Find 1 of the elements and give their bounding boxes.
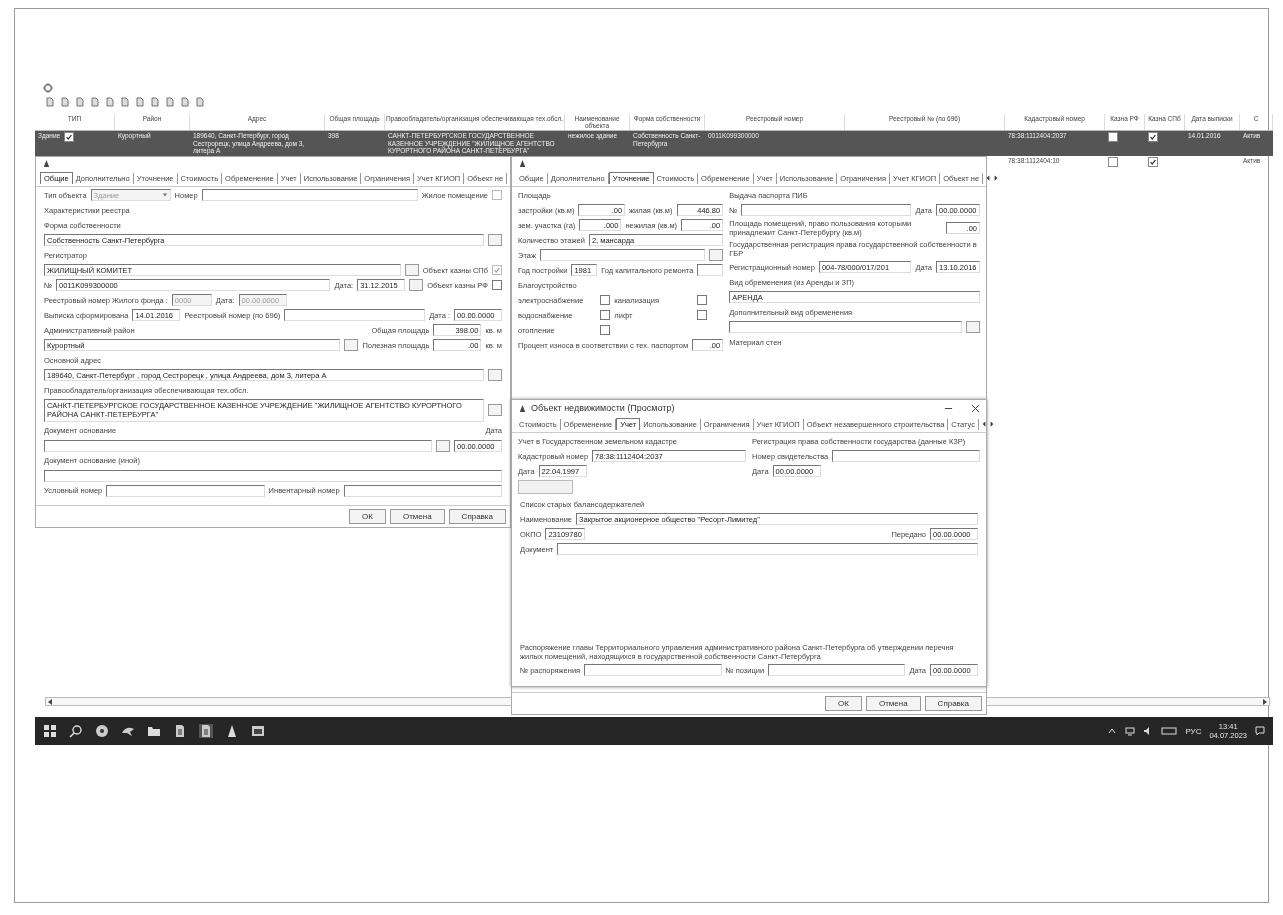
window-title: Объект недвижимости (Просмотр) bbox=[531, 403, 676, 413]
